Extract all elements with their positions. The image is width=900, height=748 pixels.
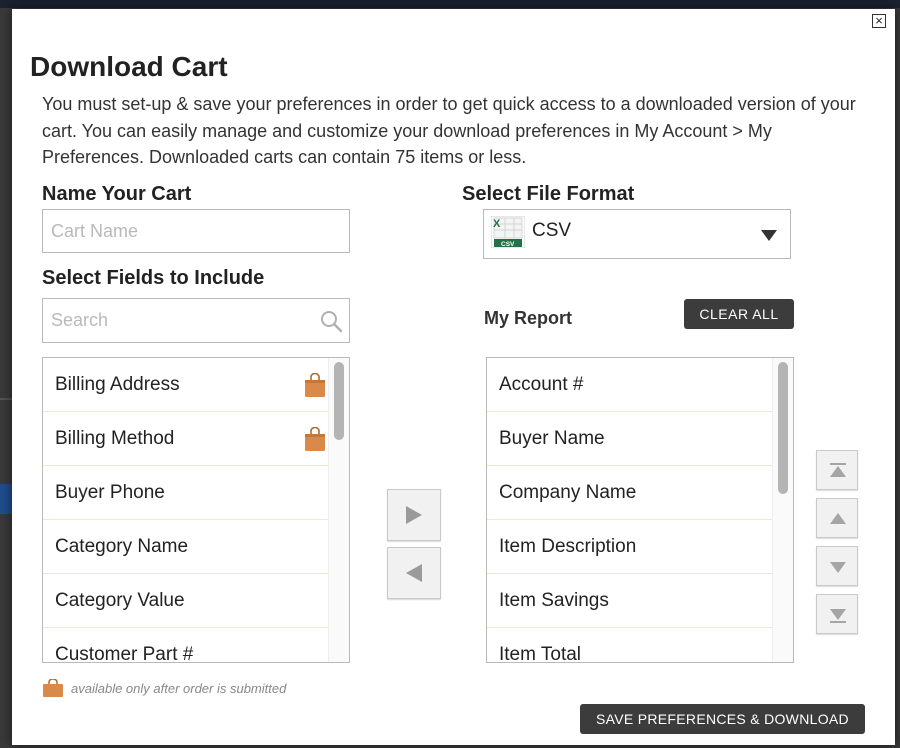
excel-csv-icon: X CSV [491,216,525,248]
file-format-select[interactable]: X CSV CSV [483,209,791,259]
arrow-up-icon [830,513,846,524]
arrow-down-icon [830,562,846,573]
available-field-item[interactable]: Billing Method [43,412,328,466]
dialog-intro-text: You must set-up & save your preferences … [42,94,856,167]
field-label: Account # [499,374,584,395]
dialog-title: Download Cart [30,51,228,82]
field-label: Billing Address [55,374,180,395]
scrollbar-thumb[interactable] [334,362,344,440]
svg-text:X: X [493,218,501,230]
field-label: Item Savings [499,590,609,611]
chevron-down-icon [761,230,777,241]
report-fields-scrollbar[interactable] [772,358,793,662]
available-field-item[interactable]: Buyer Phone [43,466,328,520]
clear-all-button[interactable]: CLEAR ALL [684,299,794,329]
download-cart-dialog: × Download Cart You must set-up & save y… [12,9,895,745]
move-down-button[interactable] [816,546,858,586]
fields-label: Select Fields to Include [42,267,265,289]
field-label: Item Total [499,644,582,663]
report-field-item[interactable]: Buyer Name [487,412,772,466]
move-top-icon [830,463,846,477]
report-field-item[interactable]: Item Description [487,520,772,574]
cart-name-input[interactable] [42,209,350,253]
report-field-item[interactable]: Item Total [487,628,772,663]
close-button[interactable]: × [872,14,886,28]
available-fields-list[interactable]: Billing Address Billing Method Buyer Phone… [42,357,350,663]
report-field-item[interactable]: Account # [487,358,772,412]
close-icon: × [875,13,883,28]
arrow-right-icon [406,506,422,524]
move-up-button[interactable] [816,498,858,538]
save-preferences-download-button[interactable]: SAVE PREFERENCES & DOWNLOAD [580,704,865,734]
available-field-item[interactable]: Billing Address [43,358,328,412]
field-label: Company Name [499,482,637,503]
add-field-button[interactable] [387,489,441,541]
cart-name-label: Name Your Cart [42,183,192,205]
available-field-item[interactable]: Category Value [43,574,328,628]
field-label: Customer Part # [55,644,194,663]
report-fields-list[interactable]: Account # Buyer Name Company Name Item Desc… [486,357,794,663]
search-icon[interactable] [319,309,343,333]
report-field-item[interactable]: Item Savings [487,574,772,628]
field-label: Buyer Name [499,428,605,449]
report-field-item[interactable]: Company Name [487,466,772,520]
my-report-label: My Report [484,308,573,328]
file-format-label: Select File Format [462,183,635,205]
field-label: Buyer Phone [55,482,165,503]
scrollbar-thumb[interactable] [778,362,788,494]
available-field-item[interactable]: Category Name [43,520,328,574]
shopping-bag-icon [305,427,325,451]
footnote-text: available only after order is submitted [71,681,287,696]
file-format-value: CSV [532,220,572,241]
remove-field-button[interactable] [387,547,441,599]
move-to-top-button[interactable] [816,450,858,490]
field-label: Billing Method [55,428,175,449]
field-label: Category Value [55,590,185,611]
move-bottom-icon [830,609,846,623]
csv-icon-badge: CSV [501,241,515,248]
shopping-bag-icon [43,679,63,697]
available-field-item[interactable]: Customer Part # [43,628,328,663]
field-label: Item Description [499,536,637,557]
background-top-bar [0,0,900,8]
field-search-box [42,298,350,343]
shopping-bag-icon [305,373,325,397]
field-label: Category Name [55,536,189,557]
field-search-input[interactable] [43,299,313,342]
move-to-bottom-button[interactable] [816,594,858,634]
arrow-left-icon [406,564,422,582]
available-fields-scrollbar[interactable] [328,358,349,662]
